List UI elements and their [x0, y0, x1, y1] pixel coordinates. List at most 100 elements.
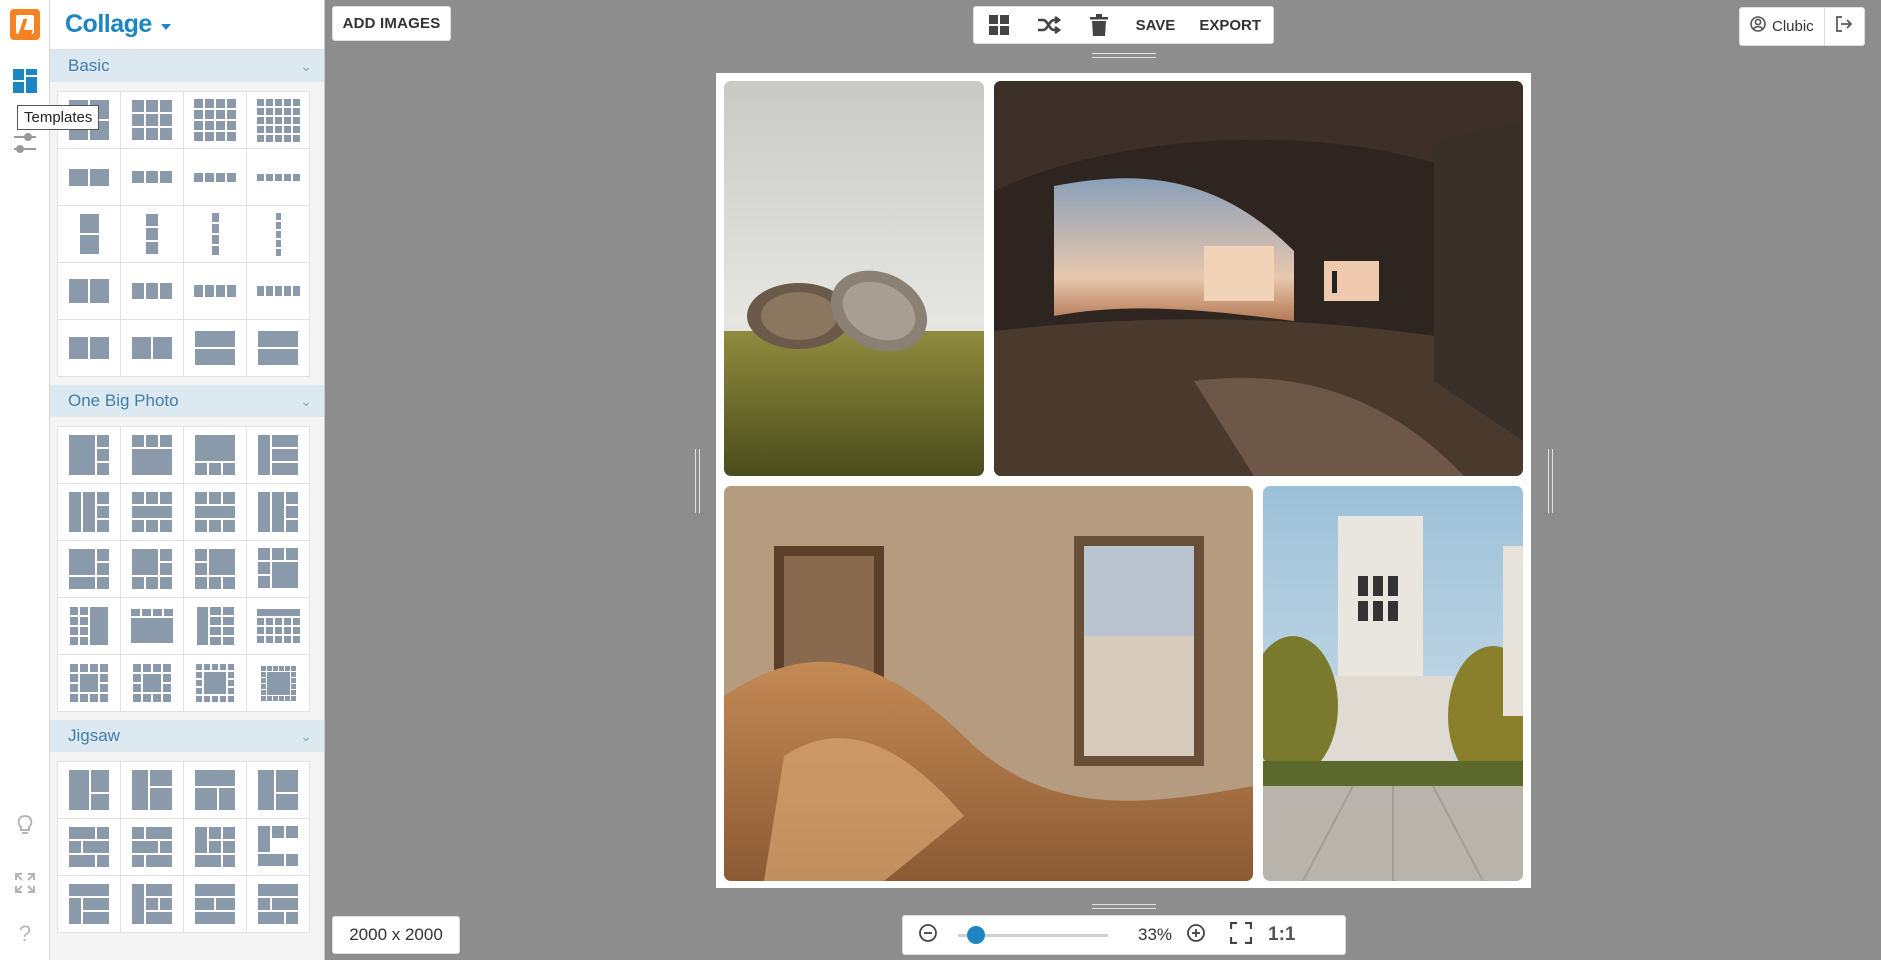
template-item[interactable]	[58, 320, 121, 377]
chevron-down-icon: ⌄	[300, 57, 312, 74]
logout-icon[interactable]	[1835, 15, 1853, 38]
template-grid-basic	[57, 91, 310, 377]
template-item[interactable]	[58, 149, 121, 206]
template-item[interactable]	[121, 876, 184, 933]
zoom-slider-knob[interactable]	[967, 925, 985, 944]
template-item[interactable]	[247, 655, 310, 712]
resize-handle-bottom[interactable]	[1092, 904, 1156, 909]
template-item[interactable]	[184, 876, 247, 933]
grid-icon[interactable]	[974, 6, 1024, 44]
bulb-icon[interactable]	[10, 809, 40, 839]
template-item[interactable]	[247, 819, 310, 876]
user-name[interactable]: Clubic	[1772, 18, 1814, 35]
resize-handle-right[interactable]	[1548, 449, 1553, 513]
template-item[interactable]	[247, 484, 310, 541]
chevron-down-icon	[160, 24, 171, 30]
template-item[interactable]	[121, 263, 184, 320]
template-item[interactable]	[58, 819, 121, 876]
section-label: Basic	[68, 56, 110, 75]
template-item[interactable]	[121, 819, 184, 876]
collage-photo-sand-house[interactable]	[724, 486, 1253, 881]
zoom-in-icon[interactable]	[1186, 923, 1206, 948]
main-toolbar: SAVE EXPORT	[973, 6, 1274, 44]
template-item[interactable]	[247, 427, 310, 484]
template-item[interactable]	[247, 263, 310, 320]
template-item[interactable]	[247, 762, 310, 819]
template-item[interactable]	[184, 819, 247, 876]
collage-photo-abandoned-hall[interactable]	[994, 81, 1523, 476]
template-item[interactable]	[58, 427, 121, 484]
left-rail: Templates ?	[0, 0, 100, 960]
template-item[interactable]	[58, 484, 121, 541]
template-item[interactable]	[247, 598, 310, 655]
save-button[interactable]: SAVE	[1124, 17, 1188, 34]
template-item[interactable]	[58, 762, 121, 819]
template-item[interactable]	[184, 263, 247, 320]
resize-handle-left[interactable]	[695, 449, 700, 513]
template-item[interactable]	[247, 206, 310, 263]
user-icon	[1750, 16, 1766, 37]
zoom-value: 33%	[1138, 925, 1173, 944]
template-item[interactable]	[58, 206, 121, 263]
template-grid-jigsaw	[57, 761, 310, 933]
template-item[interactable]	[184, 598, 247, 655]
template-item[interactable]	[184, 206, 247, 263]
template-item[interactable]	[121, 762, 184, 819]
template-item[interactable]	[121, 206, 184, 263]
template-item[interactable]	[184, 149, 247, 206]
app-logo[interactable]	[10, 9, 40, 40]
shuffle-icon[interactable]	[1024, 6, 1074, 44]
template-item[interactable]	[184, 427, 247, 484]
template-item[interactable]	[247, 541, 310, 598]
template-item[interactable]	[121, 427, 184, 484]
template-item[interactable]	[184, 484, 247, 541]
template-item[interactable]	[247, 320, 310, 377]
template-item[interactable]	[247, 92, 310, 149]
section-one-big-photo[interactable]: One Big Photo ⌄	[50, 385, 324, 417]
template-item[interactable]	[121, 655, 184, 712]
adjust-icon[interactable]	[10, 128, 40, 158]
template-item[interactable]	[184, 92, 247, 149]
export-button[interactable]: EXPORT	[1187, 17, 1273, 34]
ratio-button[interactable]: 1:1	[1268, 924, 1295, 946]
template-item[interactable]	[184, 762, 247, 819]
brand-header[interactable]: Collage	[50, 0, 324, 50]
trash-icon[interactable]	[1074, 6, 1124, 44]
template-item[interactable]	[121, 598, 184, 655]
template-item[interactable]	[58, 541, 121, 598]
template-item[interactable]	[184, 320, 247, 377]
zoom-out-icon[interactable]	[918, 923, 938, 948]
template-item[interactable]	[121, 541, 184, 598]
template-grid-one-big-photo	[57, 426, 310, 712]
zoom-slider[interactable]	[958, 925, 1108, 944]
zoom-controls: 33% 1:1	[902, 915, 1346, 955]
collage-canvas	[716, 73, 1531, 888]
template-item[interactable]	[184, 655, 247, 712]
templates-icon[interactable]	[10, 66, 40, 96]
divider	[1823, 7, 1825, 46]
collage-photo-satellite-dishes[interactable]	[724, 81, 984, 476]
chevron-down-icon: ⌄	[300, 392, 312, 409]
add-images-button[interactable]: ADD IMAGES	[332, 6, 451, 41]
resize-handle-top[interactable]	[1092, 53, 1156, 58]
template-item[interactable]	[58, 655, 121, 712]
templates-tooltip: Templates	[17, 105, 100, 130]
section-basic[interactable]: Basic ⌄	[50, 50, 324, 82]
template-item[interactable]	[121, 320, 184, 377]
section-jigsaw[interactable]: Jigsaw ⌄	[50, 720, 324, 752]
template-item[interactable]	[121, 149, 184, 206]
template-item[interactable]	[58, 263, 121, 320]
template-item[interactable]	[58, 598, 121, 655]
app-title: Collage	[65, 10, 152, 38]
canvas-size-button[interactable]: 2000 x 2000	[332, 916, 460, 954]
template-item[interactable]	[184, 541, 247, 598]
help-icon[interactable]: ?	[10, 919, 40, 949]
collage-photo-white-tower[interactable]	[1263, 486, 1523, 881]
template-item[interactable]	[247, 876, 310, 933]
template-item[interactable]	[121, 484, 184, 541]
expand-icon[interactable]	[10, 868, 40, 898]
template-item[interactable]	[247, 149, 310, 206]
fullscreen-icon[interactable]	[1229, 921, 1253, 949]
template-item[interactable]	[121, 92, 184, 149]
template-item[interactable]	[58, 876, 121, 933]
